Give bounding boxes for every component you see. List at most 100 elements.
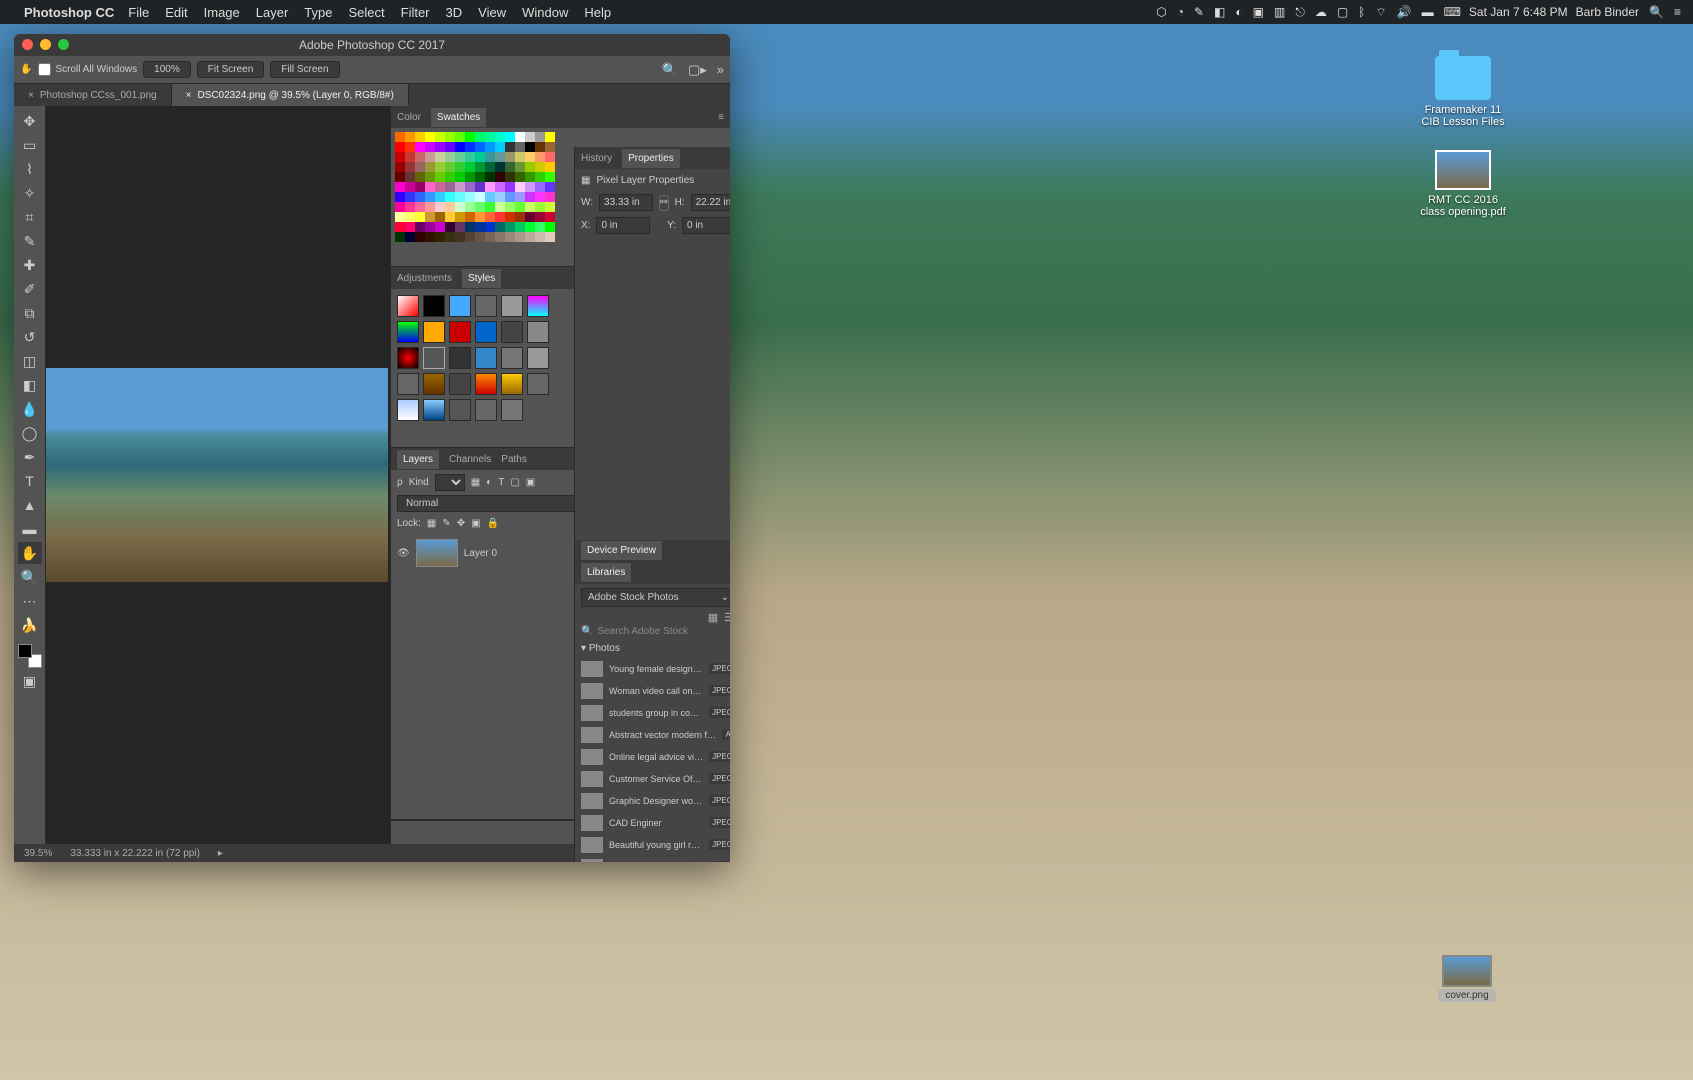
swatch[interactable] <box>495 202 505 212</box>
app-icon-4[interactable]: ▥ <box>1274 5 1285 19</box>
path-select-tool[interactable]: ▲ <box>18 494 42 516</box>
swatch[interactable] <box>455 172 465 182</box>
window-titlebar[interactable]: Adobe Photoshop CC 2017 <box>14 34 730 56</box>
swatch[interactable] <box>525 192 535 202</box>
swatch[interactable] <box>525 162 535 172</box>
style-swatch[interactable] <box>397 399 419 421</box>
swatch[interactable] <box>465 222 475 232</box>
swatch[interactable] <box>445 202 455 212</box>
height-input[interactable] <box>691 194 730 211</box>
swatch[interactable] <box>505 162 515 172</box>
zoom-100-button[interactable]: 100% <box>143 61 191 78</box>
swatch[interactable] <box>545 192 555 202</box>
swatch[interactable] <box>415 232 425 242</box>
layer-filter-select[interactable] <box>435 474 465 491</box>
style-swatch[interactable] <box>527 321 549 343</box>
swatch[interactable] <box>515 142 525 152</box>
swatch[interactable] <box>445 152 455 162</box>
swatch[interactable] <box>525 172 535 182</box>
swatch[interactable] <box>535 152 545 162</box>
swatch[interactable] <box>505 202 515 212</box>
close-tab-icon[interactable]: × <box>28 90 34 101</box>
swatch[interactable] <box>445 182 455 192</box>
swatch[interactable] <box>515 132 525 142</box>
menu-select[interactable]: Select <box>348 5 384 20</box>
desktop-cover-file[interactable]: cover.png <box>1438 955 1496 1002</box>
swatch[interactable] <box>495 142 505 152</box>
library-item[interactable]: students group in comp...JPEG <box>575 702 730 724</box>
notification-center-icon[interactable]: ≡ <box>1674 5 1681 19</box>
layer-name[interactable]: Layer 0 <box>464 548 497 559</box>
swatch[interactable] <box>535 212 545 222</box>
swatch[interactable] <box>445 192 455 202</box>
swatch[interactable] <box>415 212 425 222</box>
swatch[interactable] <box>545 182 555 192</box>
foreground-background-colors[interactable] <box>18 644 42 668</box>
swatch[interactable] <box>535 142 545 152</box>
swatch[interactable] <box>475 142 485 152</box>
swatch[interactable] <box>515 152 525 162</box>
library-group-photos[interactable]: ▾ Photos <box>581 643 730 654</box>
swatch[interactable] <box>465 162 475 172</box>
swatch[interactable] <box>515 182 525 192</box>
panel-menu-icon[interactable]: ≡ <box>718 112 724 123</box>
scroll-all-checkbox[interactable]: Scroll All Windows <box>38 63 137 76</box>
banana-icon[interactable]: 🍌 <box>18 614 42 636</box>
swatch[interactable] <box>525 212 535 222</box>
swatch[interactable] <box>525 202 535 212</box>
list-view-icon[interactable]: ☰ <box>724 611 730 624</box>
style-swatch[interactable] <box>423 295 445 317</box>
swatch[interactable] <box>545 222 555 232</box>
swatch[interactable] <box>445 132 455 142</box>
swatch[interactable] <box>455 132 465 142</box>
swatch[interactable] <box>475 162 485 172</box>
swatch[interactable] <box>505 192 515 202</box>
swatch[interactable] <box>475 202 485 212</box>
swatch[interactable] <box>395 182 405 192</box>
swatch[interactable] <box>435 132 445 142</box>
style-swatch[interactable] <box>527 295 549 317</box>
swatch[interactable] <box>475 222 485 232</box>
filter-shape-icon[interactable]: ▢ <box>510 477 519 488</box>
swatch[interactable] <box>455 142 465 152</box>
swatch[interactable] <box>445 222 455 232</box>
pen-tool[interactable]: ✒ <box>18 446 42 468</box>
filter-type-icon[interactable]: T <box>498 477 504 488</box>
swatch[interactable] <box>545 232 555 242</box>
y-input[interactable] <box>682 217 730 234</box>
swatch[interactable] <box>465 152 475 162</box>
swatch[interactable] <box>405 232 415 242</box>
healing-tool[interactable]: ✚ <box>18 254 42 276</box>
swatch[interactable] <box>505 222 515 232</box>
wifi-icon[interactable]: ⌔ <box>1375 5 1386 20</box>
swatch[interactable] <box>455 152 465 162</box>
style-swatch[interactable] <box>501 295 523 317</box>
swatch[interactable] <box>425 162 435 172</box>
swatch[interactable] <box>415 142 425 152</box>
search-icon[interactable]: 🔍 <box>662 62 678 78</box>
swatch[interactable] <box>445 212 455 222</box>
swatch[interactable] <box>525 152 535 162</box>
style-swatch[interactable] <box>423 321 445 343</box>
workspace-icon[interactable]: ▢▸ <box>688 62 707 78</box>
style-swatch[interactable] <box>475 399 497 421</box>
style-swatch[interactable] <box>501 399 523 421</box>
foreground-color[interactable] <box>18 644 32 658</box>
swatch[interactable] <box>525 142 535 152</box>
swatch[interactable] <box>505 152 515 162</box>
library-item[interactable]: CAD EnginerJPEG <box>575 812 730 834</box>
swatch[interactable] <box>495 232 505 242</box>
swatch[interactable] <box>505 172 515 182</box>
desktop-folder[interactable]: Framemaker 11 CIB Lesson Files <box>1418 56 1508 128</box>
dodge-tool[interactable]: ◯ <box>18 422 42 444</box>
swatch[interactable] <box>445 142 455 152</box>
lock-all-icon[interactable]: 🔒 <box>487 518 499 529</box>
stamp-tool[interactable]: ⧉ <box>18 302 42 324</box>
eyedropper-tool[interactable]: ✎ <box>18 230 42 252</box>
swatch[interactable] <box>435 182 445 192</box>
swatch[interactable] <box>415 172 425 182</box>
layers-tab[interactable]: Layers <box>397 450 439 469</box>
canvas-area[interactable] <box>46 106 390 844</box>
swatch[interactable] <box>425 172 435 182</box>
swatch[interactable] <box>405 182 415 192</box>
